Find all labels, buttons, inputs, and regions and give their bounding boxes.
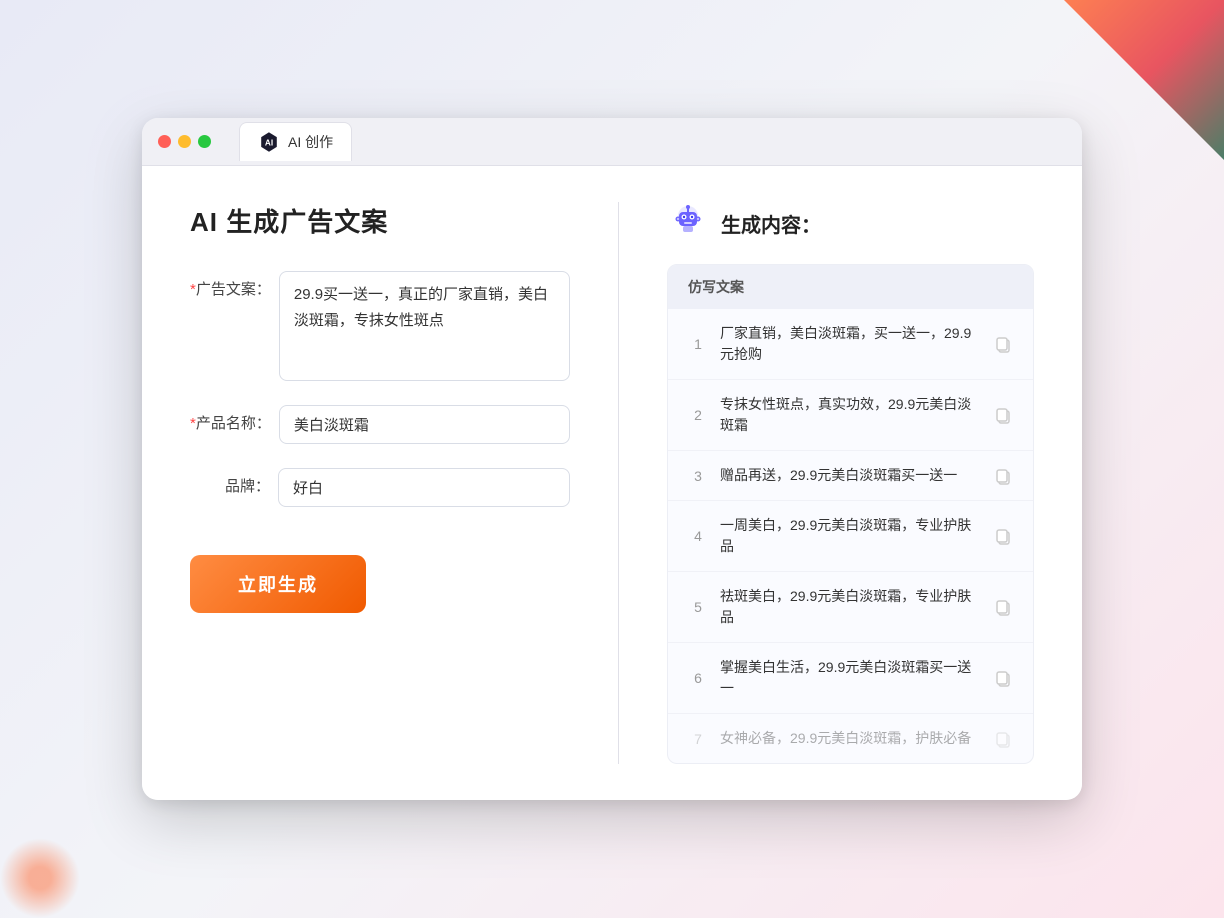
table-header: 仿写文案 xyxy=(668,265,1033,309)
table-row: 3 赠品再送，29.9元美白淡斑霜买一送一 xyxy=(668,451,1033,501)
table-row: 6 掌握美白生活，29.9元美白淡斑霜买一送一 xyxy=(668,643,1033,714)
maximize-button[interactable] xyxy=(198,135,211,148)
form-group-product-name: *产品名称： xyxy=(190,405,570,444)
page-title: AI 生成广告文案 xyxy=(190,202,570,239)
row-number: 1 xyxy=(688,336,708,352)
title-bar: AI AI 创作 xyxy=(142,118,1082,166)
result-header: 生成内容： xyxy=(667,202,1034,244)
row-number: 6 xyxy=(688,670,708,686)
table-row: 1 厂家直销，美白淡斑霜，买一送一，29.9元抢购 xyxy=(668,309,1033,380)
form-group-ad-text: *广告文案： 29.9买一送一，真正的厂家直销，美白淡斑霜，专抹女性斑点 xyxy=(190,271,570,381)
copy-icon[interactable] xyxy=(993,405,1013,425)
left-panel: AI 生成广告文案 *广告文案： 29.9买一送一，真正的厂家直销，美白淡斑霜，… xyxy=(190,202,570,764)
corner-decoration-tr xyxy=(1064,0,1224,160)
ai-tab-icon: AI xyxy=(258,131,280,153)
browser-window: AI AI 创作 AI 生成广告文案 *广告文案： 29.9买一送一，真正的厂家… xyxy=(142,118,1082,800)
row-number: 7 xyxy=(688,731,708,747)
row-number: 5 xyxy=(688,599,708,615)
row-number: 3 xyxy=(688,468,708,484)
ad-text-input[interactable]: 29.9买一送一，真正的厂家直销，美白淡斑霜，专抹女性斑点 xyxy=(279,271,570,381)
copy-icon[interactable] xyxy=(993,466,1013,486)
corner-decoration-bl xyxy=(0,838,80,918)
table-row: 2 专抹女性斑点，真实功效，29.9元美白淡斑霜 xyxy=(668,380,1033,451)
close-button[interactable] xyxy=(158,135,171,148)
copy-icon[interactable] xyxy=(993,668,1013,688)
generate-button[interactable]: 立即生成 xyxy=(190,555,366,613)
row-text: 专抹女性斑点，真实功效，29.9元美白淡斑霜 xyxy=(720,394,981,436)
main-content: AI 生成广告文案 *广告文案： 29.9买一送一，真正的厂家直销，美白淡斑霜，… xyxy=(142,166,1082,800)
row-text: 祛斑美白，29.9元美白淡斑霜，专业护肤品 xyxy=(720,586,981,628)
result-table: 仿写文案 1 厂家直销，美白淡斑霜，买一送一，29.9元抢购 2 专抹女性斑点，… xyxy=(667,264,1034,764)
form-group-brand: 品牌： xyxy=(190,468,570,507)
row-text: 一周美白，29.9元美白淡斑霜，专业护肤品 xyxy=(720,515,981,557)
brand-label: 品牌： xyxy=(190,468,270,499)
row-number: 2 xyxy=(688,407,708,423)
result-title: 生成内容： xyxy=(721,209,821,238)
row-number: 4 xyxy=(688,528,708,544)
row-text: 女神必备，29.9元美白淡斑霜，护肤必备 xyxy=(720,728,981,749)
svg-text:AI: AI xyxy=(265,139,273,148)
traffic-lights xyxy=(158,135,211,148)
copy-icon[interactable] xyxy=(993,526,1013,546)
minimize-button[interactable] xyxy=(178,135,191,148)
brand-input[interactable] xyxy=(278,468,570,507)
tab-ai-create[interactable]: AI AI 创作 xyxy=(239,122,352,161)
product-name-label: *产品名称： xyxy=(190,405,271,436)
right-panel: 生成内容： 仿写文案 1 厂家直销，美白淡斑霜，买一送一，29.9元抢购 2 专… xyxy=(667,202,1034,764)
ad-text-label: *广告文案： xyxy=(190,271,271,302)
table-row: 5 祛斑美白，29.9元美白淡斑霜，专业护肤品 xyxy=(668,572,1033,643)
panel-divider xyxy=(618,202,619,764)
table-row: 4 一周美白，29.9元美白淡斑霜，专业护肤品 xyxy=(668,501,1033,572)
row-text: 掌握美白生活，29.9元美白淡斑霜买一送一 xyxy=(720,657,981,699)
table-row: 7 女神必备，29.9元美白淡斑霜，护肤必备 xyxy=(668,714,1033,763)
tab-label: AI 创作 xyxy=(288,132,333,152)
copy-icon[interactable] xyxy=(993,334,1013,354)
row-text: 赠品再送，29.9元美白淡斑霜买一送一 xyxy=(720,465,981,486)
row-text: 厂家直销，美白淡斑霜，买一送一，29.9元抢购 xyxy=(720,323,981,365)
copy-icon[interactable] xyxy=(993,597,1013,617)
product-name-input[interactable] xyxy=(279,405,570,444)
copy-icon[interactable] xyxy=(993,729,1013,749)
robot-icon xyxy=(667,202,709,244)
